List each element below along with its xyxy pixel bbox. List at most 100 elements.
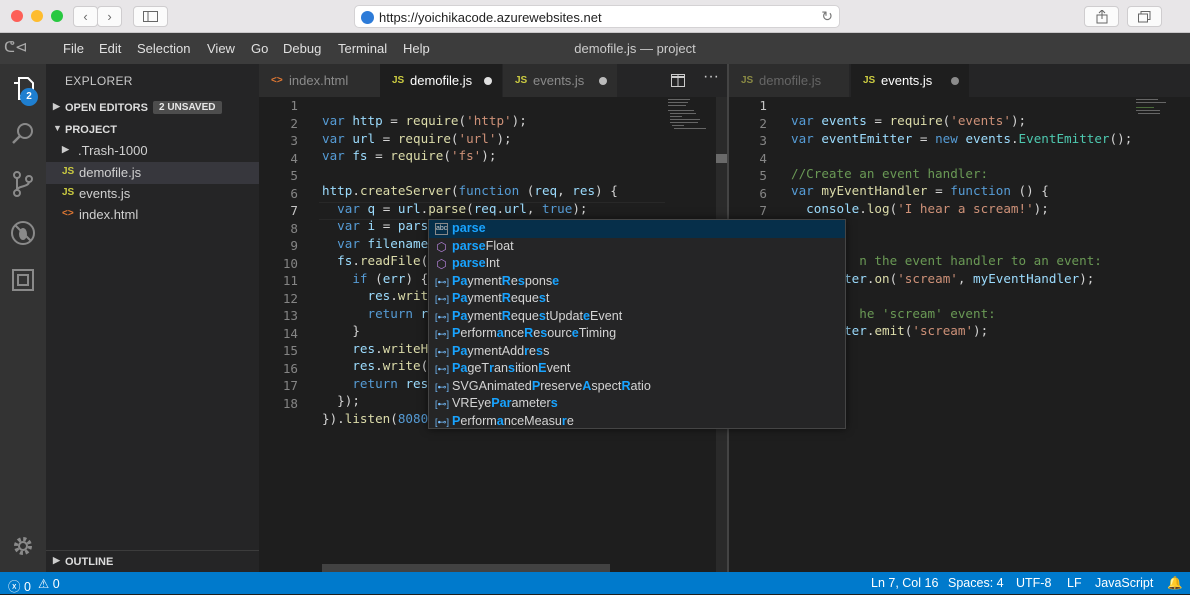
menu-selection[interactable]: Selection bbox=[137, 41, 190, 56]
suggestion-item[interactable]: [⊷] PageTransitionEvent bbox=[429, 360, 845, 378]
project-label: PROJECT bbox=[65, 124, 117, 136]
menu-debug[interactable]: Debug bbox=[283, 41, 321, 56]
suggestion-item[interactable]: [⊷] PaymentRequest bbox=[429, 290, 845, 308]
unsaved-count-badge: 2 bbox=[20, 88, 38, 106]
tab-events-js[interactable]: JS events.js bbox=[503, 64, 617, 97]
forward-arrow-icon: › bbox=[107, 9, 112, 24]
chevron-right-icon: ▶ bbox=[53, 555, 60, 565]
suggestion-item[interactable]: ⬡ parseFloat bbox=[429, 238, 845, 256]
encoding[interactable]: UTF-8 bbox=[1016, 576, 1051, 590]
back-arrow-icon: ‹ bbox=[83, 9, 88, 24]
source-control-icon[interactable] bbox=[9, 171, 37, 199]
tab-label: demofile.js bbox=[410, 73, 473, 88]
suggestion-item[interactable]: [⊷] PaymentAddress bbox=[429, 343, 845, 361]
close-window-button[interactable] bbox=[11, 10, 23, 22]
html-file-icon: <> bbox=[271, 75, 283, 86]
menu-go[interactable]: Go bbox=[251, 41, 268, 56]
language-mode[interactable]: JavaScript bbox=[1095, 576, 1153, 590]
suggestion-item[interactable]: [⊷] VREyeParameters bbox=[429, 395, 845, 413]
minimap[interactable] bbox=[1134, 97, 1184, 127]
tab-demofile-js-right[interactable]: JS demofile.js bbox=[729, 64, 849, 97]
suggestion-label: parse bbox=[452, 221, 486, 235]
menubar: ᕦ⊲ File Edit Selection View Go Debug Ter… bbox=[0, 33, 1190, 64]
suggestion-item[interactable]: [⊷] PaymentResponse bbox=[429, 273, 845, 291]
suggestion-item[interactable]: abc parse bbox=[429, 220, 845, 238]
indentation[interactable]: Spaces: 4 bbox=[948, 576, 1004, 590]
error-count: 0 bbox=[24, 580, 31, 594]
tab-index-html[interactable]: <> index.html bbox=[259, 64, 380, 97]
suggestion-label: PerformanceResourceTiming bbox=[452, 326, 617, 340]
suggestion-item[interactable]: [⊷] PerformanceResourceTiming bbox=[429, 325, 845, 343]
menu-edit[interactable]: Edit bbox=[99, 41, 121, 56]
menu-help[interactable]: Help bbox=[403, 41, 430, 56]
show-tabs-button[interactable] bbox=[1127, 6, 1162, 27]
debug-icon[interactable] bbox=[9, 220, 37, 248]
explorer-title: EXPLORER bbox=[65, 74, 133, 88]
tab-label: demofile.js bbox=[759, 73, 822, 88]
file-events[interactable]: JS events.js bbox=[46, 183, 259, 205]
cursor-position[interactable]: Ln 7, Col 16 bbox=[871, 576, 938, 590]
menu-terminal[interactable]: Terminal bbox=[338, 41, 387, 56]
file-name: events.js bbox=[79, 186, 131, 201]
outline-section[interactable]: ▶ OUTLINE bbox=[46, 550, 259, 572]
line-numbers: 1 2 3 4 5 6 7 8 9 10 11 12 13 14 15 16 17 18 bbox=[282, 98, 298, 411]
variable-icon: [⊷] bbox=[435, 276, 450, 287]
status-bar: ⓧ 0 ⚠ 0 Ln 7, Col 16 Spaces: 4 UTF-8 LF … bbox=[0, 572, 1190, 594]
warnings-status[interactable]: ⚠ 0 bbox=[38, 576, 60, 591]
globe-icon bbox=[361, 11, 374, 24]
tab-demofile-js[interactable]: JS demofile.js bbox=[380, 64, 502, 97]
warning-count: 0 bbox=[52, 577, 60, 591]
sidebar-toggle-button[interactable] bbox=[133, 6, 168, 27]
line-ending[interactable]: LF bbox=[1067, 576, 1082, 590]
text-icon: abc bbox=[435, 223, 448, 235]
forward-button[interactable]: › bbox=[97, 6, 122, 27]
suggestion-item[interactable]: [⊷] PerformanceMeasure bbox=[429, 413, 845, 431]
file-index[interactable]: <> index.html bbox=[46, 204, 259, 226]
zoom-window-button[interactable] bbox=[51, 10, 63, 22]
search-icon[interactable] bbox=[9, 122, 37, 150]
explorer-sidebar: EXPLORER ▶ OPEN EDITORS 2 UNSAVED ▼ PROJ… bbox=[46, 64, 259, 572]
tabs-icon bbox=[1138, 10, 1151, 22]
errors-status[interactable]: ⓧ 0 bbox=[8, 576, 31, 595]
suggestion-label: PaymentAddress bbox=[452, 343, 550, 358]
horizontal-scrollbar[interactable] bbox=[322, 564, 610, 572]
app-logo-icon: ᕦ⊲ bbox=[4, 39, 28, 56]
file-demofile[interactable]: JS demofile.js bbox=[46, 162, 259, 184]
suggestion-item[interactable]: [⊷] PaymentRequestUpdateEvent bbox=[429, 308, 845, 326]
folder-trash[interactable]: ▶ .Trash-1000 bbox=[46, 140, 259, 162]
back-button[interactable]: ‹ bbox=[73, 6, 98, 27]
settings-gear-icon[interactable] bbox=[9, 534, 37, 562]
variable-icon: [⊷] bbox=[435, 416, 450, 427]
minimize-window-button[interactable] bbox=[31, 10, 43, 22]
notifications-bell-icon[interactable]: 🔔 bbox=[1167, 576, 1183, 591]
more-actions-icon[interactable]: ··· bbox=[703, 68, 719, 86]
js-file-icon: JS bbox=[515, 75, 528, 86]
suggestion-label: PageTransitionEvent bbox=[452, 361, 571, 375]
address-bar[interactable]: https://yoichikacode.azurewebsites.net ↻ bbox=[354, 5, 840, 28]
tab-events-js-right[interactable]: JS events.js bbox=[851, 64, 969, 97]
js-file-icon: JS bbox=[62, 187, 75, 198]
tab-label: events.js bbox=[533, 73, 585, 88]
split-editor-icon[interactable] bbox=[671, 74, 685, 87]
minimap[interactable] bbox=[666, 97, 716, 147]
suggestion-label: PaymentResponse bbox=[452, 273, 560, 288]
open-editors-section[interactable]: ▶ OPEN EDITORS 2 UNSAVED bbox=[46, 97, 259, 119]
extensions-icon[interactable] bbox=[9, 268, 37, 296]
share-icon bbox=[1096, 9, 1107, 23]
left-editor-tabs: <> index.html JS demofile.js JS events.j… bbox=[259, 64, 727, 97]
suggestion-item[interactable]: ⬡ parseInt bbox=[429, 255, 845, 273]
menu-file[interactable]: File bbox=[63, 41, 84, 56]
unsaved-badge: 2 UNSAVED bbox=[153, 101, 222, 114]
suggestion-label: VREyeParameters bbox=[452, 396, 558, 410]
share-button[interactable] bbox=[1084, 6, 1119, 27]
unsaved-dot-icon[interactable] bbox=[599, 77, 607, 85]
unsaved-dot-icon[interactable] bbox=[484, 77, 492, 85]
menu-view[interactable]: View bbox=[207, 41, 235, 56]
url-text: https://yoichikacode.azurewebsites.net bbox=[379, 10, 602, 25]
unsaved-dot-icon[interactable] bbox=[951, 77, 959, 85]
browser-toolbar: ‹ › https://yoichikacode.azurewebsites.n… bbox=[0, 0, 1190, 33]
tab-label: index.html bbox=[289, 73, 349, 88]
project-section[interactable]: ▼ PROJECT bbox=[46, 119, 259, 141]
reload-icon[interactable]: ↻ bbox=[821, 8, 833, 25]
suggestion-item[interactable]: [⊷] SVGAnimatedPreserveAspectRatio bbox=[429, 378, 845, 396]
